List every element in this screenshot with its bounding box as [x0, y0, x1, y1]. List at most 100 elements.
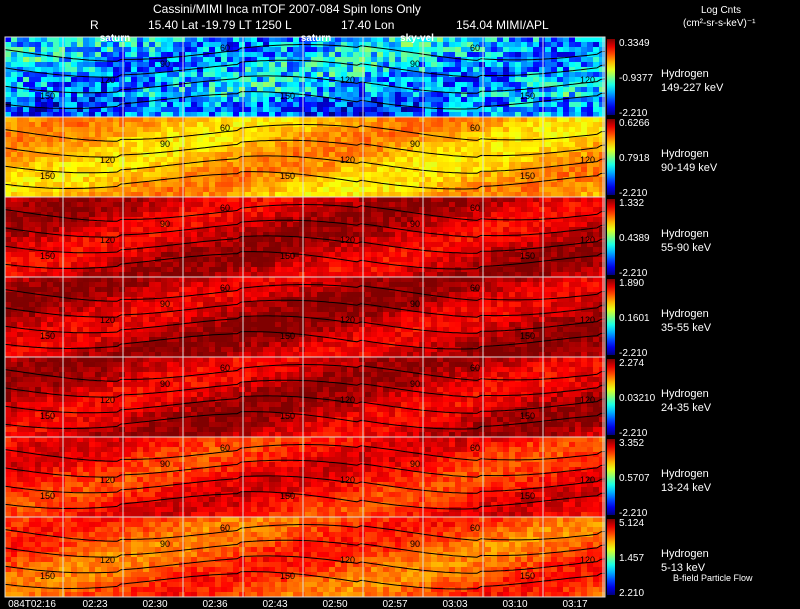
- heatmap-cell: [263, 202, 270, 208]
- heatmap-cell: [23, 47, 30, 53]
- heatmap-cell: [293, 102, 300, 108]
- heatmap-cell: [371, 232, 378, 238]
- heatmap-cell: [479, 82, 486, 88]
- heatmap-cell: [227, 92, 234, 98]
- heatmap-cell: [143, 92, 150, 98]
- heatmap-cell: [245, 142, 252, 148]
- heatmap-cell: [419, 177, 426, 183]
- heatmap-cell: [551, 62, 558, 68]
- heatmap-cell: [53, 277, 60, 283]
- heatmap-cell: [395, 267, 402, 273]
- heatmap-cell: [479, 187, 486, 193]
- heatmap-cell: [503, 152, 510, 158]
- heatmap-cell: [251, 147, 258, 153]
- heatmap-cell: [113, 122, 120, 128]
- heatmap-cell: [29, 77, 36, 83]
- heatmap-cell: [593, 57, 600, 63]
- heatmap-cell: [215, 257, 222, 263]
- heatmap-cell: [431, 122, 438, 128]
- heatmap-cell: [305, 127, 312, 133]
- heatmap-cell: [173, 157, 180, 163]
- heatmap-cell: [149, 207, 156, 213]
- heatmap-cell: [497, 107, 504, 113]
- heatmap-cell: [47, 157, 54, 163]
- heatmap-cell: [389, 72, 396, 78]
- heatmap-cell: [347, 57, 354, 63]
- heatmap-cell: [311, 97, 318, 103]
- heatmap-cell: [35, 37, 42, 43]
- heatmap-cell: [581, 37, 588, 43]
- heatmap-cell: [59, 222, 66, 228]
- heatmap-cell: [281, 162, 288, 168]
- heatmap-cell: [143, 107, 150, 113]
- heatmap-cell: [167, 277, 174, 283]
- heatmap-cell: [83, 117, 90, 123]
- heatmap-cell: [581, 177, 588, 183]
- heatmap-cell: [491, 92, 498, 98]
- heatmap-cell: [203, 152, 210, 158]
- heatmap-cell: [77, 117, 84, 123]
- heatmap-cell: [545, 122, 552, 128]
- heatmap-cell: [377, 72, 384, 78]
- heatmap-cell: [53, 57, 60, 63]
- heatmap-cell: [173, 107, 180, 113]
- heatmap-cell: [347, 87, 354, 93]
- heatmap-cell: [305, 207, 312, 213]
- heatmap-cell: [47, 67, 54, 73]
- heatmap-cell: [509, 257, 516, 263]
- heatmap-cell: [569, 107, 576, 113]
- heatmap-cell: [233, 187, 240, 193]
- heatmap-cell: [185, 207, 192, 213]
- heatmap-cell: [401, 52, 408, 58]
- heatmap-cell: [305, 182, 312, 188]
- heatmap-cell: [179, 122, 186, 128]
- heatmap-cell: [431, 242, 438, 248]
- heatmap-cell: [95, 222, 102, 228]
- heatmap-cell: [65, 182, 72, 188]
- heatmap-cell: [515, 42, 522, 48]
- heatmap-cell: [251, 177, 258, 183]
- heatmap-cell: [587, 137, 594, 143]
- heatmap-cell: [341, 132, 348, 138]
- heatmap-cell: [509, 177, 516, 183]
- heatmap-cell: [245, 252, 252, 258]
- heatmap-cell: [503, 92, 510, 98]
- heatmap-cell: [179, 152, 186, 158]
- heatmap-cell: [521, 127, 528, 133]
- heatmap-cell: [599, 97, 606, 103]
- heatmap-cell: [509, 82, 516, 88]
- heatmap-cell: [239, 37, 246, 43]
- heatmap-cell: [509, 202, 516, 208]
- heatmap-cell: [521, 187, 528, 193]
- heatmap-cell: [455, 82, 462, 88]
- heatmap-cell: [329, 82, 336, 88]
- heatmap-cell: [467, 117, 474, 123]
- heatmap-cell: [17, 62, 24, 68]
- heatmap-cell: [521, 37, 528, 43]
- heatmap-cell: [329, 132, 336, 138]
- heatmap-cell: [539, 67, 546, 73]
- heatmap-cell: [599, 267, 606, 273]
- heatmap-cell: [5, 152, 12, 158]
- heatmap-cell: [527, 237, 534, 243]
- heatmap-cell: [185, 122, 192, 128]
- heatmap-cell: [5, 222, 12, 228]
- heatmap-cell: [107, 202, 114, 208]
- heatmap-cell: [491, 147, 498, 153]
- heatmap-cell: [191, 67, 198, 73]
- heatmap-cell: [191, 117, 198, 123]
- heatmap-cell: [431, 277, 438, 283]
- heatmap-cell: [143, 217, 150, 223]
- contour-label: 150: [280, 251, 295, 261]
- heatmap-cell: [461, 82, 468, 88]
- heatmap-cell: [59, 227, 66, 233]
- heatmap-cell: [269, 242, 276, 248]
- heatmap-cell: [239, 132, 246, 138]
- heatmap-cell: [341, 147, 348, 153]
- heatmap-cell: [299, 82, 306, 88]
- heatmap-cell: [551, 102, 558, 108]
- heatmap-cell: [599, 227, 606, 233]
- heatmap-cell: [65, 62, 72, 68]
- heatmap-cell: [251, 157, 258, 163]
- heatmap-cell: [539, 157, 546, 163]
